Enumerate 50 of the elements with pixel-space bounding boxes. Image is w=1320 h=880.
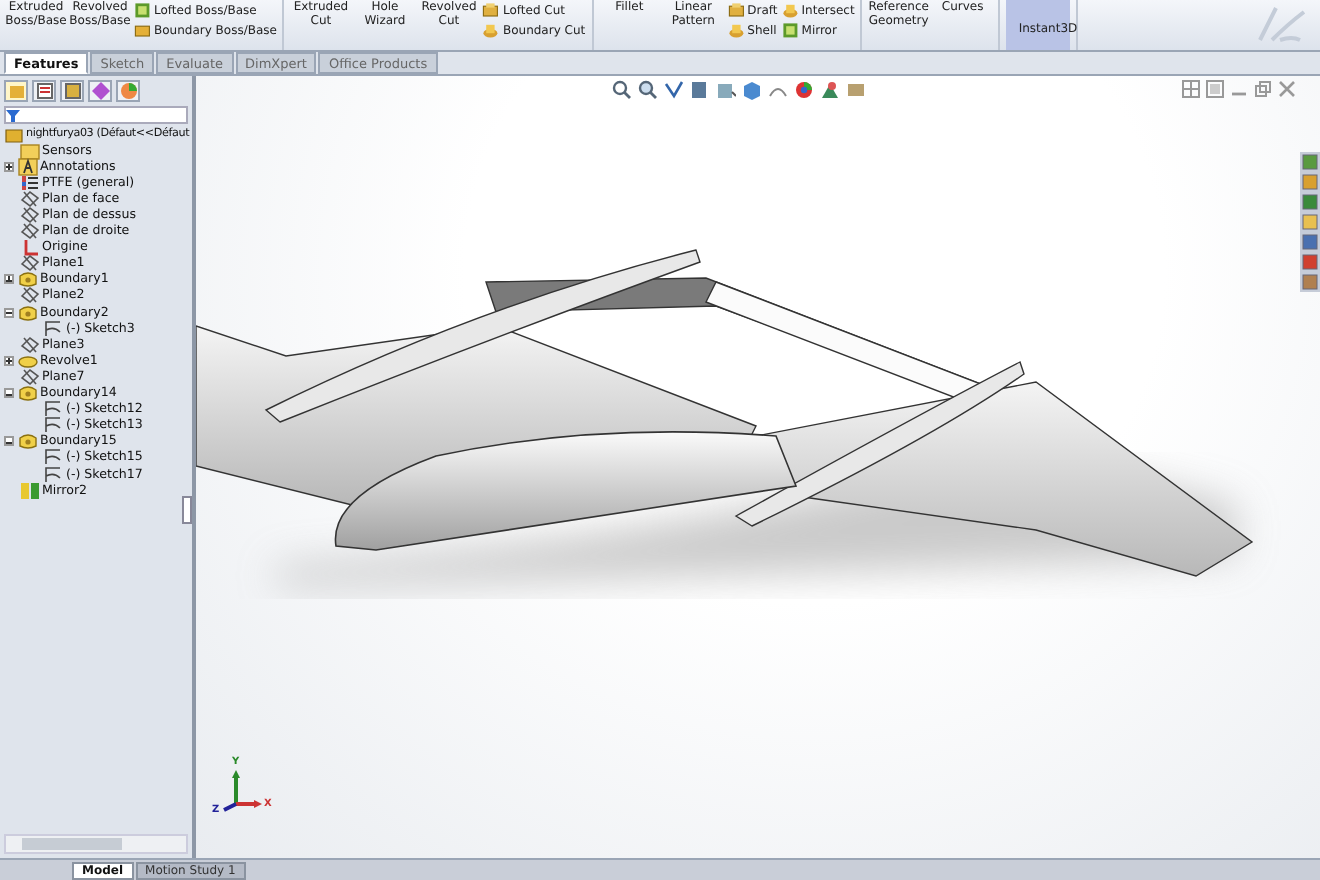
panel-tab[interactable] — [116, 80, 140, 102]
split-view-icon[interactable] — [1182, 80, 1200, 98]
annotation-icon — [18, 157, 38, 176]
plane-icon — [20, 189, 40, 208]
axis-triad-drawing — [223, 770, 262, 812]
panel-tab[interactable] — [88, 80, 112, 102]
sketch-icon — [44, 465, 64, 484]
expand-toggle[interactable] — [4, 161, 14, 172]
display-icon — [119, 82, 137, 100]
expand-toggle[interactable] — [4, 436, 14, 447]
zoom-area-icon — [638, 80, 658, 100]
sketch-icon — [44, 319, 64, 338]
close-icon[interactable] — [1278, 80, 1296, 98]
single-view-icon[interactable] — [1206, 80, 1224, 98]
props-icon — [35, 82, 53, 100]
tree-icon — [7, 82, 25, 100]
boundary-feature-icon — [18, 432, 38, 451]
boundary-feature-icon — [18, 303, 38, 322]
panel-resize-handle[interactable] — [182, 496, 192, 524]
boundary-feature-icon — [18, 384, 38, 403]
filter-icon — [6, 109, 20, 121]
dim-icon — [91, 82, 109, 100]
filter-field[interactable] — [4, 106, 188, 124]
boundary-feature-icon — [18, 270, 38, 289]
sketch-icon — [44, 416, 64, 435]
sketch-icon — [44, 400, 64, 419]
expand-toggle[interactable] — [4, 307, 14, 318]
brand-logo-icon — [1252, 4, 1308, 44]
config-icon — [63, 82, 81, 100]
origin-icon — [20, 238, 40, 257]
plane-icon — [20, 254, 40, 273]
expand-toggle[interactable] — [4, 274, 14, 285]
panel-tab[interactable] — [32, 80, 56, 102]
zoom-fit-icon — [612, 80, 632, 100]
expand-toggle[interactable] — [4, 388, 14, 399]
previous-view-icon — [664, 80, 684, 100]
plane-icon — [20, 206, 40, 225]
plane-icon — [20, 286, 40, 305]
part-icon — [4, 125, 24, 144]
expand-toggle[interactable] — [4, 355, 14, 366]
plane-icon — [20, 222, 40, 241]
plane-icon — [20, 335, 40, 354]
material-icon — [20, 173, 40, 192]
scene-icon — [820, 80, 840, 100]
sketch-icon — [44, 448, 64, 467]
restore-icon[interactable] — [1254, 80, 1272, 98]
panel-tab[interactable] — [60, 80, 84, 102]
horizontal-scrollbar[interactable] — [4, 834, 188, 854]
mirror-icon — [20, 481, 40, 500]
plane-icon — [20, 367, 40, 386]
